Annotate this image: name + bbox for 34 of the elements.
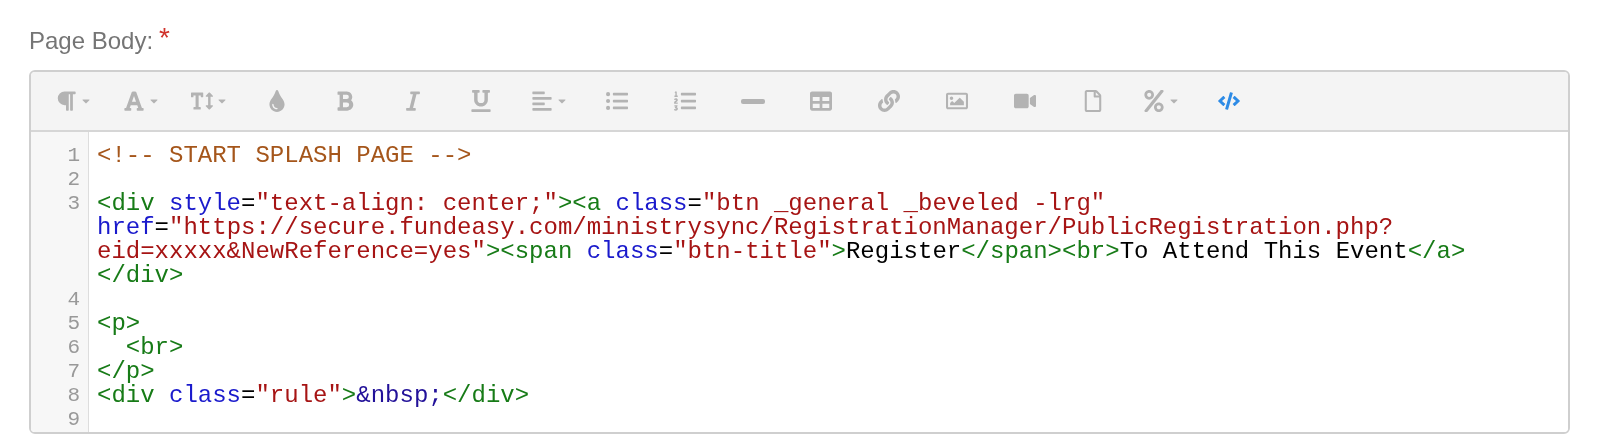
font-icon	[122, 90, 145, 112]
text-height-icon	[190, 90, 213, 112]
required-mark: *	[159, 26, 170, 50]
numbered-list-icon	[674, 90, 696, 112]
code-line: <p>	[97, 312, 141, 336]
code-line: <!-- START SPLASH PAGE -->	[97, 144, 472, 168]
code-line: </p>	[97, 360, 155, 384]
horizontal-rule-icon	[741, 98, 765, 104]
line-number: 6	[67, 336, 80, 360]
field-label: Page Body:	[29, 26, 154, 56]
percent-icon	[1142, 90, 1165, 112]
line-number: 3	[67, 192, 80, 217]
code-line: href="https://secure.fundeasy.com/ministrysync/RegistrationManager/PublicRegistration.php?	[97, 216, 1394, 240]
link-icon	[878, 90, 900, 112]
code-line: <div style="text-align: center;"><a class="btn _general _beveled -lrg"	[97, 192, 1106, 216]
code-line: eid=xxxxx&NewReference=yes"><span class="btn-title">Register</span><br>To Attend This Event</a>	[97, 240, 1466, 264]
droplet-icon	[266, 90, 288, 112]
line-number: 9	[67, 408, 80, 432]
image-icon	[946, 90, 968, 112]
code-line: </div>	[97, 264, 184, 288]
code-line: <br>	[125, 336, 184, 360]
table-icon	[810, 90, 832, 112]
bullet-list-icon	[606, 90, 628, 112]
file-icon	[1082, 90, 1104, 112]
line-number: 8	[67, 384, 80, 408]
code-line: <div class="rule">&nbsp;</div>	[97, 384, 530, 408]
line-number: 4	[67, 288, 80, 312]
line-number: 2	[67, 168, 80, 192]
align-left-icon	[530, 90, 553, 112]
line-number: 7	[67, 360, 80, 384]
underline-icon	[470, 90, 492, 112]
line-number: 5	[67, 312, 80, 336]
line-number: 1	[67, 144, 80, 168]
code-icon	[1218, 90, 1240, 112]
